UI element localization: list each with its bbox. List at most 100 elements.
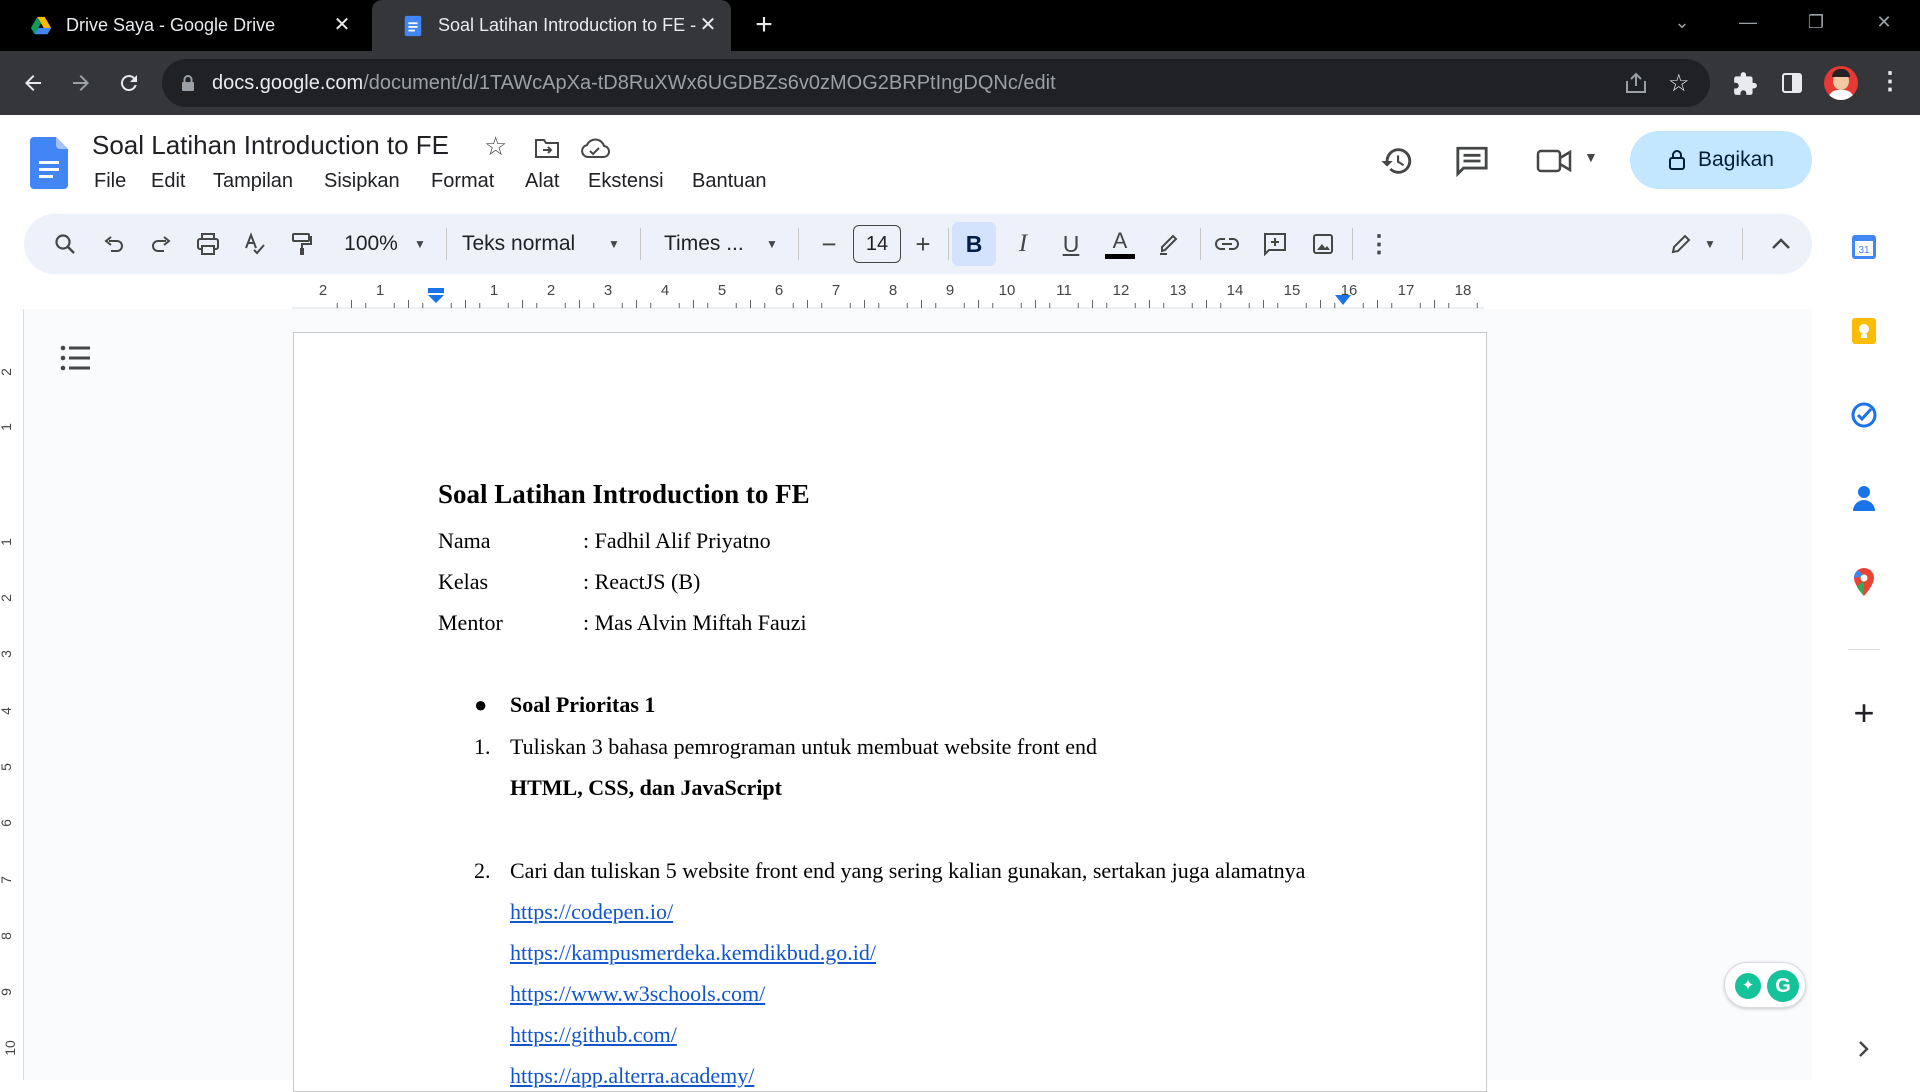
version-history-icon[interactable] [1380, 144, 1414, 178]
cloud-saved-icon[interactable] [580, 137, 610, 159]
link-github[interactable]: https://github.com/ [510, 1022, 677, 1048]
paint-format-icon[interactable] [285, 214, 319, 274]
comments-icon[interactable] [1455, 145, 1489, 177]
menu-bantuan[interactable]: Bantuan [692, 170, 767, 193]
font-dropdown-icon[interactable]: ▼ [762, 214, 782, 274]
bookmark-star-icon[interactable]: ☆ [1668, 69, 1690, 98]
question-number: 1. [474, 734, 491, 759]
get-addons-icon[interactable]: + [1848, 692, 1880, 733]
restore-icon[interactable]: ❐ [1786, 0, 1846, 44]
decrease-font-size-icon[interactable]: − [814, 214, 844, 274]
close-tab-icon[interactable]: ✕ [697, 14, 719, 36]
ruler-label: 10 [998, 282, 1016, 299]
new-tab-icon[interactable]: + [748, 10, 780, 42]
link-w3schools[interactable]: https://www.w3schools.com/ [510, 981, 765, 1007]
more-options-icon[interactable]: ⋮ [1362, 214, 1396, 274]
meet-dropdown-icon[interactable]: ▼ [1584, 149, 1598, 165]
editing-mode-dropdown-icon[interactable]: ▼ [1700, 214, 1720, 274]
url-host: docs.google.com [212, 72, 364, 94]
print-icon[interactable] [191, 214, 225, 274]
side-panel-icon[interactable] [1780, 71, 1804, 95]
share-button[interactable]: Bagikan [1630, 131, 1812, 189]
highlight-color-icon[interactable] [1152, 214, 1186, 274]
vertical-ruler-label: 1 [0, 538, 14, 546]
address-bar[interactable]: docs.google.com/document/d/1TAWcApXa-tD8… [162, 59, 1710, 107]
add-comment-icon[interactable] [1258, 214, 1292, 274]
vertical-ruler[interactable]: 2 1 1 2 3 4 5 6 7 8 9 10 [0, 309, 24, 1080]
redo-icon[interactable] [144, 214, 178, 274]
text-color-icon[interactable]: A [1102, 214, 1138, 274]
menu-format[interactable]: Format [431, 170, 494, 193]
back-icon[interactable] [13, 63, 53, 103]
menu-alat[interactable]: Alat [525, 170, 559, 193]
link-codepen[interactable]: https://codepen.io/ [510, 899, 673, 925]
paragraph-style-select[interactable]: Teks normal [462, 214, 592, 274]
reload-icon[interactable] [109, 63, 149, 103]
insert-link-icon[interactable] [1210, 214, 1244, 274]
italic-icon[interactable]: I [1006, 214, 1040, 274]
menu-edit[interactable]: Edit [151, 170, 185, 193]
menu-tampilan[interactable]: Tampilan [213, 170, 293, 193]
search-menus-icon[interactable] [48, 214, 82, 274]
meet-icon[interactable] [1536, 148, 1574, 174]
spellcheck-icon[interactable] [238, 214, 272, 274]
keep-icon[interactable] [1848, 315, 1880, 347]
editing-mode-icon[interactable] [1664, 214, 1698, 274]
link-alterra[interactable]: https://app.alterra.academy/ [510, 1063, 754, 1089]
undo-icon[interactable] [97, 214, 131, 274]
font-select[interactable]: Times ... [664, 214, 754, 274]
move-folder-icon[interactable] [534, 137, 560, 159]
zoom-select[interactable]: 100% [336, 214, 406, 274]
increase-font-size-icon[interactable]: + [908, 214, 938, 274]
underline-icon[interactable]: U [1054, 214, 1088, 274]
horizontal-ruler[interactable]: 2 1 1 2 3 4 5 6 7 8 9 10 11 12 13 14 15 16 17 18 [24, 276, 1812, 309]
lock-icon[interactable] [180, 74, 196, 92]
browser-menu-icon[interactable]: ⋮ [1878, 67, 1902, 96]
bold-icon[interactable]: B [952, 222, 996, 266]
grammarly-widget[interactable]: ✦ G [1724, 962, 1806, 1008]
star-icon[interactable]: ☆ [484, 131, 507, 162]
close-window-icon[interactable]: ✕ [1854, 0, 1914, 44]
url-text[interactable]: docs.google.com/document/d/1TAWcApXa-tD8… [212, 59, 1056, 107]
link-kampusmerdeka[interactable]: https://kampusmerdeka.kemdikbud.go.id/ [510, 940, 876, 966]
contacts-icon[interactable] [1848, 482, 1880, 514]
font-size-input[interactable]: 14 [853, 225, 901, 263]
tasks-icon[interactable] [1848, 399, 1880, 431]
minimize-icon[interactable]: — [1718, 0, 1778, 44]
share-page-icon[interactable] [1624, 72, 1648, 94]
document-page[interactable]: Soal Latihan Introduction to FE Nama : F… [293, 332, 1487, 1092]
zoom-dropdown-icon[interactable]: ▼ [410, 214, 430, 274]
docs-logo-icon[interactable] [30, 137, 68, 189]
style-dropdown-icon[interactable]: ▼ [604, 214, 624, 274]
grammarly-icon[interactable]: G [1767, 970, 1799, 1002]
close-tab-icon[interactable]: ✕ [331, 14, 353, 36]
extensions-icon[interactable] [1732, 71, 1758, 97]
document-outline-icon[interactable] [60, 345, 92, 371]
tab-google-drive[interactable]: Drive Saya - Google Drive ✕ [0, 0, 365, 51]
expand-side-panel-icon[interactable] [1848, 1033, 1880, 1065]
calendar-icon[interactable]: 31 [1848, 231, 1880, 263]
forward-icon[interactable] [61, 63, 101, 103]
profile-avatar[interactable] [1824, 66, 1858, 100]
google-docs-icon [404, 15, 422, 36]
maps-icon[interactable] [1848, 566, 1880, 598]
indent-marker-icon[interactable] [427, 288, 445, 304]
toolbar-divider [446, 228, 447, 260]
tab-google-docs[interactable]: Soal Latihan Introduction to FE - ✕ [372, 0, 731, 51]
menu-file[interactable]: File [94, 170, 126, 193]
field-label-kelas: Kelas [438, 569, 489, 594]
lightbulb-icon[interactable]: ✦ [1735, 973, 1761, 999]
question-number: 2. [474, 858, 491, 883]
bullet-dot: ● [474, 692, 488, 717]
hide-menus-icon[interactable] [1764, 214, 1798, 274]
tab-search-icon[interactable]: ⌄ [1652, 0, 1712, 44]
ruler-label: 2 [546, 282, 556, 299]
document-title[interactable]: Soal Latihan Introduction to FE [92, 130, 449, 161]
menu-ekstensi[interactable]: Ekstensi [588, 170, 664, 193]
insert-image-icon[interactable] [1306, 214, 1340, 274]
menu-sisipkan[interactable]: Sisipkan [324, 170, 400, 193]
document-heading: Soal Latihan Introduction to FE [438, 479, 810, 509]
docs-header: Soal Latihan Introduction to FE ☆ File E… [0, 115, 1920, 210]
right-indent-marker-icon[interactable] [1335, 295, 1351, 305]
vertical-ruler-label: 3 [0, 650, 14, 658]
